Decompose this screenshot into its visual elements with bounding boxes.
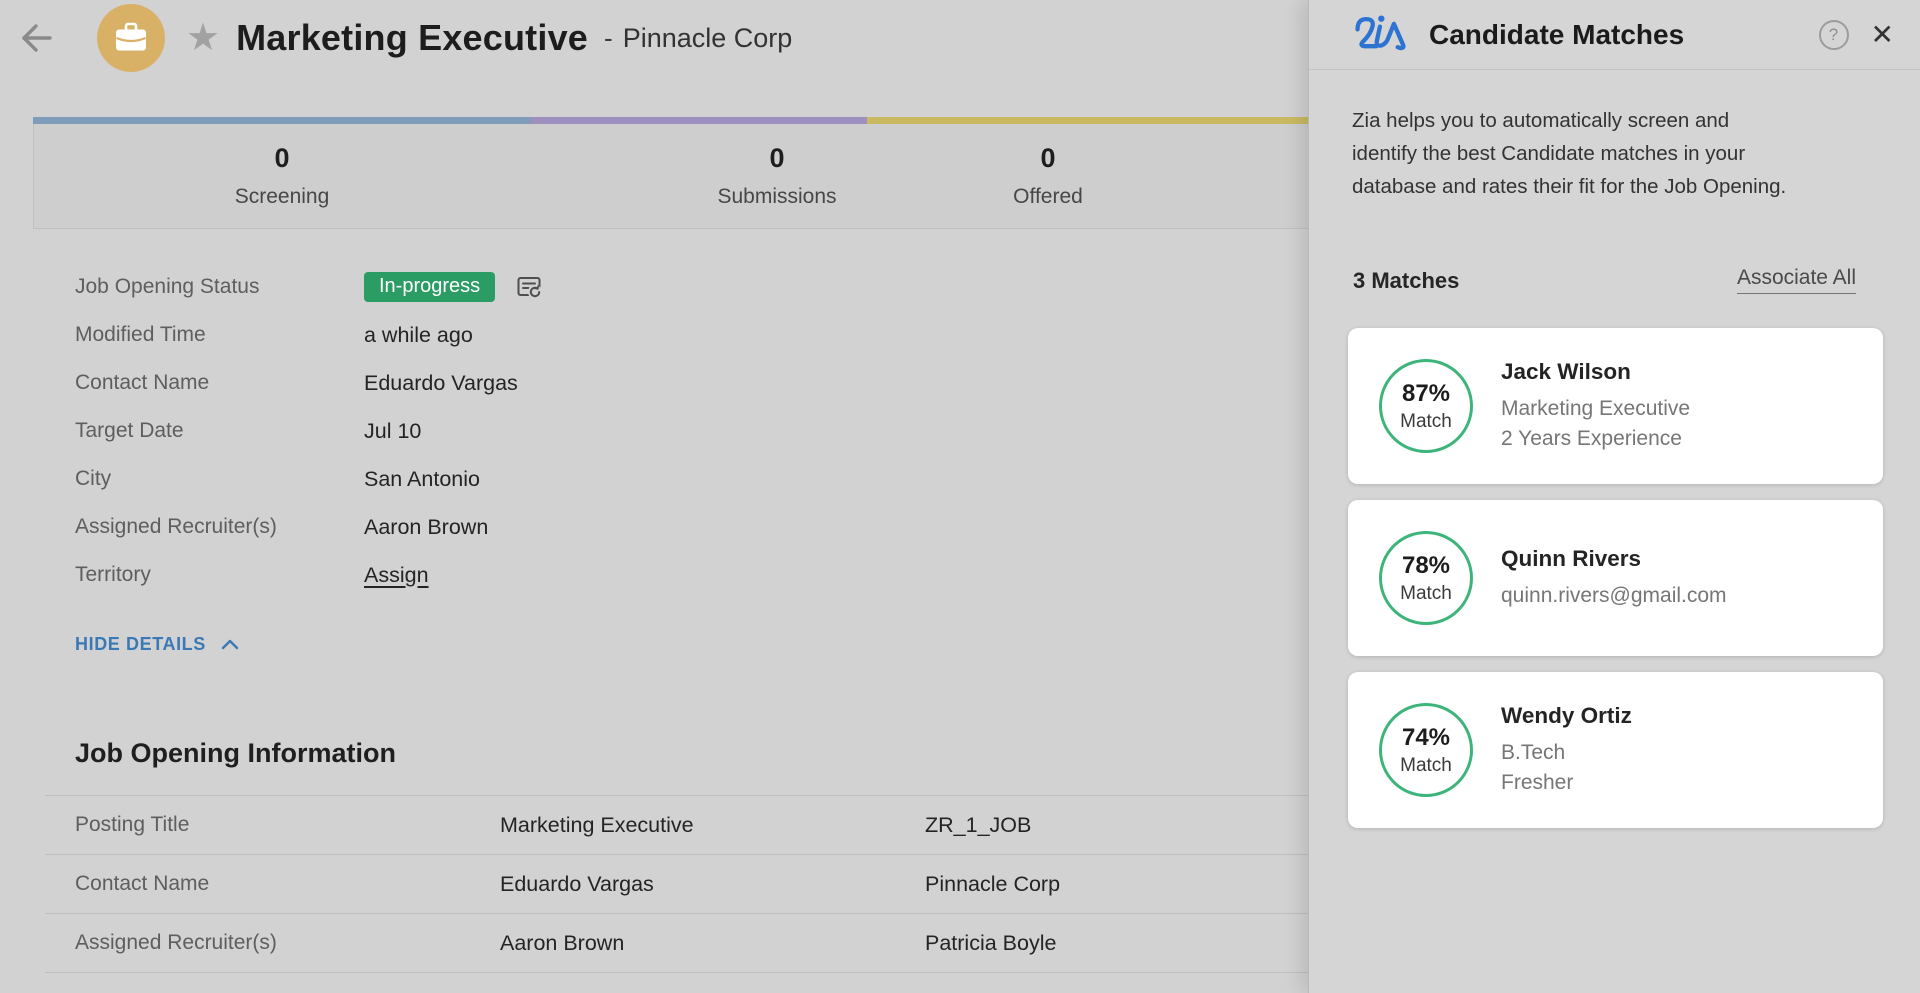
zia-description-line: database and rates their fit for the Job… (1352, 170, 1867, 203)
candidate-info: Jack Wilson Marketing Executive 2 Years … (1501, 359, 1690, 454)
status-history-icon[interactable] (515, 273, 543, 301)
match-score-ring: 74% Match (1379, 703, 1473, 797)
stat-count: 0 (1013, 143, 1083, 174)
stat-screening[interactable]: 0 Screening (235, 143, 330, 209)
stat-label: Offered (1013, 185, 1083, 209)
detail-label: Contact Name (75, 371, 364, 395)
screen: ★ Marketing Executive - Pinnacle Corp 0 … (0, 0, 1920, 993)
progress-segment-screening (33, 117, 531, 124)
favorite-star-icon[interactable]: ★ (186, 19, 220, 57)
detail-label: Modified Time (75, 323, 364, 347)
row-label: Posting Title (45, 813, 500, 837)
detail-row-territory: Territory Assign (75, 551, 543, 599)
match-percent: 78% (1402, 552, 1450, 580)
match-label: Match (1400, 411, 1452, 433)
detail-label: City (75, 467, 364, 491)
detail-value: Jul 10 (364, 419, 421, 444)
territory-assign-link[interactable]: Assign (364, 563, 429, 588)
candidate-name: Quinn Rivers (1501, 546, 1727, 572)
zia-description-line: Zia helps you to automatically screen an… (1352, 104, 1867, 137)
zia-description-line: identify the best Candidate matches in y… (1352, 137, 1867, 170)
candidate-cards: 87% Match Jack Wilson Marketing Executiv… (1348, 328, 1883, 844)
zia-panel: Candidate Matches ? ✕ Zia helps you to a… (1308, 0, 1920, 993)
zia-logo-icon (1351, 10, 1407, 60)
stat-label: Screening (235, 185, 330, 209)
chevron-up-icon (221, 639, 239, 650)
candidate-detail-line: Marketing Executive (1501, 394, 1690, 424)
candidate-detail-line: 2 Years Experience (1501, 424, 1690, 454)
candidate-card[interactable]: 87% Match Jack Wilson Marketing Executiv… (1348, 328, 1883, 484)
stat-submissions[interactable]: 0 Submissions (717, 143, 836, 209)
candidate-name: Wendy Ortiz (1501, 703, 1632, 729)
candidate-detail-line: quinn.rivers@gmail.com (1501, 581, 1727, 611)
match-label: Match (1400, 755, 1452, 777)
page-title: Marketing Executive (236, 17, 588, 59)
back-button[interactable] (14, 18, 54, 58)
match-percent: 74% (1402, 724, 1450, 752)
matches-count: 3 Matches (1353, 268, 1459, 294)
candidate-card[interactable]: 74% Match Wendy Ortiz B.Tech Fresher (1348, 672, 1883, 828)
candidate-info: Wendy Ortiz B.Tech Fresher (1501, 703, 1632, 798)
detail-row-modified-time: Modified Time a while ago (75, 311, 543, 359)
detail-row-contact-name: Contact Name Eduardo Vargas (75, 359, 543, 407)
progress-segment-submissions (531, 117, 867, 124)
candidate-info: Quinn Rivers quinn.rivers@gmail.com (1501, 546, 1727, 611)
candidate-name: Jack Wilson (1501, 359, 1690, 385)
page-header: ★ Marketing Executive - Pinnacle Corp (14, 0, 792, 76)
candidate-detail-line: B.Tech (1501, 738, 1632, 768)
detail-label: Territory (75, 563, 364, 587)
detail-label: Target Date (75, 419, 364, 443)
row-label: Assigned Recruiter(s) (45, 931, 500, 955)
hide-details-label: HIDE DETAILS (75, 634, 206, 655)
row-value-1: Marketing Executive (500, 813, 925, 838)
stat-count: 0 (717, 143, 836, 174)
stat-label: Submissions (717, 185, 836, 209)
job-info-heading: Job Opening Information (75, 738, 396, 769)
details-section: Job Opening Status In-progress Modified … (75, 263, 543, 599)
associate-all-link[interactable]: Associate All (1737, 266, 1856, 294)
contact-name-link[interactable]: Eduardo Vargas (500, 872, 925, 897)
candidate-detail-line: Fresher (1501, 768, 1632, 798)
briefcase-icon (113, 22, 149, 54)
detail-row-target-date: Target Date Jul 10 (75, 407, 543, 455)
detail-value: San Antonio (364, 467, 480, 492)
job-avatar (97, 4, 165, 72)
help-icon[interactable]: ? (1819, 20, 1849, 50)
stat-offered[interactable]: 0 Offered (1013, 143, 1083, 209)
hide-details-button[interactable]: HIDE DETAILS (75, 634, 239, 655)
detail-label: Assigned Recruiter(s) (75, 515, 364, 539)
detail-label: Job Opening Status (75, 275, 364, 299)
match-percent: 87% (1402, 380, 1450, 408)
company-name: Pinnacle Corp (623, 23, 793, 54)
detail-row-status: Job Opening Status In-progress (75, 263, 543, 311)
match-label: Match (1400, 583, 1452, 605)
candidate-card[interactable]: 78% Match Quinn Rivers quinn.rivers@gmai… (1348, 500, 1883, 656)
panel-title: Candidate Matches (1429, 19, 1819, 51)
row-label: Contact Name (45, 872, 500, 896)
match-score-ring: 87% Match (1379, 359, 1473, 453)
detail-value: a while ago (364, 323, 473, 348)
title-separator: - (604, 23, 613, 54)
stat-count: 0 (235, 143, 330, 174)
detail-row-assigned-recruiter: Assigned Recruiter(s) Aaron Brown (75, 503, 543, 551)
match-score-ring: 78% Match (1379, 531, 1473, 625)
status-badge[interactable]: In-progress (364, 272, 495, 302)
detail-value: Aaron Brown (364, 515, 488, 540)
close-icon[interactable]: ✕ (1871, 21, 1894, 49)
back-arrow-icon (14, 18, 54, 58)
matches-row: 3 Matches Associate All (1353, 266, 1856, 294)
detail-row-city: City San Antonio (75, 455, 543, 503)
detail-value: Eduardo Vargas (364, 371, 518, 396)
zia-description: Zia helps you to automatically screen an… (1352, 104, 1867, 203)
row-value-1: Aaron Brown (500, 931, 925, 956)
zia-panel-header: Candidate Matches ? ✕ (1309, 0, 1920, 70)
